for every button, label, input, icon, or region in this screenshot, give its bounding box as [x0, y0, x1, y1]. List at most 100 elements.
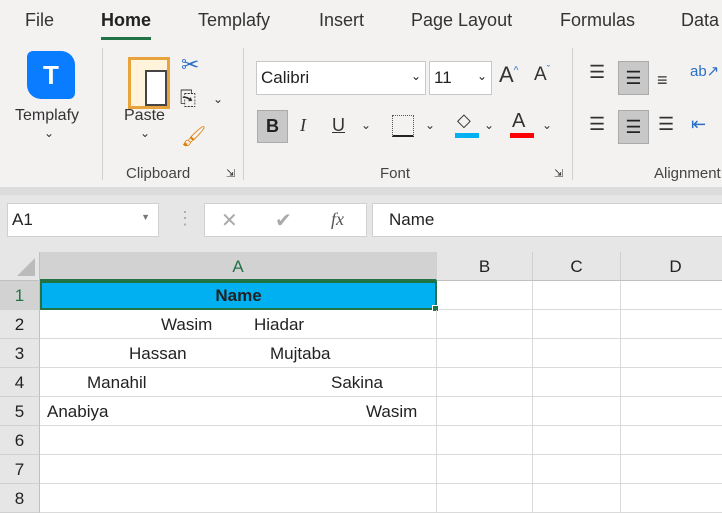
dialog-launcher-icon[interactable]: ⇲	[554, 167, 563, 180]
cell-d5[interactable]	[621, 397, 722, 426]
column-header-c[interactable]: C	[533, 252, 621, 281]
insert-function-button[interactable]: fx	[331, 209, 344, 230]
cell-d3[interactable]	[621, 339, 722, 368]
format-painter-icon[interactable]: 🖌	[181, 124, 206, 149]
fill-color-icon[interactable]: ◇	[457, 110, 471, 131]
cell-text: Wasim	[366, 402, 418, 421]
chevron-down-icon[interactable]: ⌄	[44, 126, 54, 140]
font-size-value: 11	[434, 68, 452, 87]
cell-a5[interactable]: Anabiya Wasim	[40, 397, 437, 426]
middle-align-icon[interactable]: ☰	[618, 61, 649, 95]
cell-c4[interactable]	[533, 368, 621, 397]
align-center-icon[interactable]: ☰	[618, 110, 649, 144]
name-box-value: A1	[12, 210, 33, 229]
cell-b3[interactable]	[437, 339, 533, 368]
tab-formulas[interactable]: Formulas	[560, 10, 635, 31]
column-header-b[interactable]: B	[437, 252, 533, 281]
drag-handle-icon[interactable]: ⋮	[176, 208, 194, 229]
chevron-down-icon[interactable]: ⌄	[425, 118, 435, 132]
enter-icon[interactable]: ✔	[275, 208, 292, 233]
borders-icon[interactable]	[392, 115, 414, 137]
row-header-6[interactable]: 6	[0, 426, 40, 455]
templafy-logo-icon[interactable]: T	[27, 51, 75, 99]
row-header-2[interactable]: 2	[0, 310, 40, 339]
tab-home[interactable]: Home	[101, 10, 152, 40]
tab-insert[interactable]: Insert	[319, 10, 364, 31]
chevron-down-icon[interactable]: ⌄	[361, 118, 371, 132]
cell-c3[interactable]	[533, 339, 621, 368]
cell-d7[interactable]	[621, 455, 722, 484]
tab-file[interactable]: File	[25, 10, 54, 31]
cell-a2[interactable]: Wasim Hiadar	[40, 310, 437, 339]
cell-d2[interactable]	[621, 310, 722, 339]
row-header-7[interactable]: 7	[0, 455, 40, 484]
name-box[interactable]: A1 ▼	[7, 203, 159, 237]
tab-data[interactable]: Data	[681, 10, 719, 31]
paste-button[interactable]: Paste	[124, 107, 165, 125]
cell-b2[interactable]	[437, 310, 533, 339]
ribbon: T Templafy ⌄ Paste ⌄ ✂ ⎘ ⌄ 🖌 Clipboard ⇲…	[0, 40, 722, 187]
increase-font-size-icon[interactable]: A^	[499, 62, 518, 88]
tab-page-layout[interactable]: Page Layout	[411, 10, 512, 31]
font-size-select[interactable]: 11 ⌄	[429, 61, 492, 95]
top-align-icon[interactable]: ☰	[589, 62, 605, 83]
cut-icon[interactable]: ✂	[181, 52, 199, 78]
cell-b7[interactable]	[437, 455, 533, 484]
fill-color-swatch	[455, 133, 479, 138]
cancel-icon[interactable]: ✕	[221, 208, 238, 233]
cell-c5[interactable]	[533, 397, 621, 426]
font-color-icon[interactable]: A	[512, 110, 525, 133]
cell-c2[interactable]	[533, 310, 621, 339]
cell-a6[interactable]	[40, 426, 437, 455]
cell-b5[interactable]	[437, 397, 533, 426]
cell-b4[interactable]	[437, 368, 533, 397]
cell-d4[interactable]	[621, 368, 722, 397]
italic-button[interactable]: I	[300, 115, 306, 136]
cell-a7[interactable]	[40, 455, 437, 484]
paste-icon[interactable]	[128, 57, 170, 109]
row-header-4[interactable]: 4	[0, 368, 40, 397]
font-name-select[interactable]: Calibri ⌄	[256, 61, 426, 95]
chevron-down-icon[interactable]: ⌄	[542, 118, 552, 132]
underline-button[interactable]: U	[332, 115, 345, 136]
cell-text: Hiadar	[254, 315, 305, 334]
cell-text: Anabiya	[47, 402, 109, 421]
bold-button[interactable]: B	[257, 110, 288, 143]
ribbon-tabs: File Home Templafy Insert Page Layout Fo…	[0, 0, 722, 40]
cell-d1[interactable]	[621, 281, 722, 310]
orientation-icon[interactable]: ab↗	[690, 62, 719, 80]
cell-a3[interactable]: Hassan Mujtaba	[40, 339, 437, 368]
column-header-d[interactable]: D	[621, 252, 722, 281]
cell-c6[interactable]	[533, 426, 621, 455]
tab-templafy[interactable]: Templafy	[198, 10, 270, 31]
select-all-button[interactable]	[0, 252, 40, 281]
chevron-down-icon[interactable]: ⌄	[140, 126, 150, 140]
cell-text: Hassan	[129, 344, 187, 363]
cell-c1[interactable]	[533, 281, 621, 310]
cell-c7[interactable]	[533, 455, 621, 484]
spreadsheet-grid: A B C D 1 2 3 4 5 6 7 8 Name Wasim Hiada…	[0, 252, 722, 513]
cell-b1[interactable]	[437, 281, 533, 310]
cell-a1[interactable]: Name	[40, 281, 437, 310]
align-left-icon[interactable]: ☰	[589, 114, 605, 135]
bottom-align-icon[interactable]: ≡	[657, 70, 668, 91]
chevron-down-icon[interactable]: ⌄	[213, 92, 223, 106]
templafy-button[interactable]: Templafy	[15, 107, 79, 125]
cell-b6[interactable]	[437, 426, 533, 455]
row-header-1[interactable]: 1	[0, 281, 40, 310]
copy-icon[interactable]: ⎘	[180, 88, 196, 111]
decrease-font-size-icon[interactable]: Aˇ	[534, 64, 550, 86]
row-header-3[interactable]: 3	[0, 339, 40, 368]
chevron-down-icon[interactable]: ⌄	[484, 118, 494, 132]
dialog-launcher-icon[interactable]: ⇲	[226, 167, 235, 180]
cell-a4[interactable]: Manahil Sakina	[40, 368, 437, 397]
clipboard-group-label: Clipboard	[126, 165, 191, 182]
cell-text: Mujtaba	[270, 344, 331, 363]
formula-input[interactable]: Name	[372, 203, 722, 237]
row-header-5[interactable]: 5	[0, 397, 40, 426]
align-right-icon[interactable]: ☰	[658, 114, 674, 135]
cell-d6[interactable]	[621, 426, 722, 455]
font-group-label: Font	[380, 165, 411, 182]
column-header-a[interactable]: A	[40, 252, 437, 281]
decrease-indent-icon[interactable]: ⇤	[691, 114, 706, 135]
